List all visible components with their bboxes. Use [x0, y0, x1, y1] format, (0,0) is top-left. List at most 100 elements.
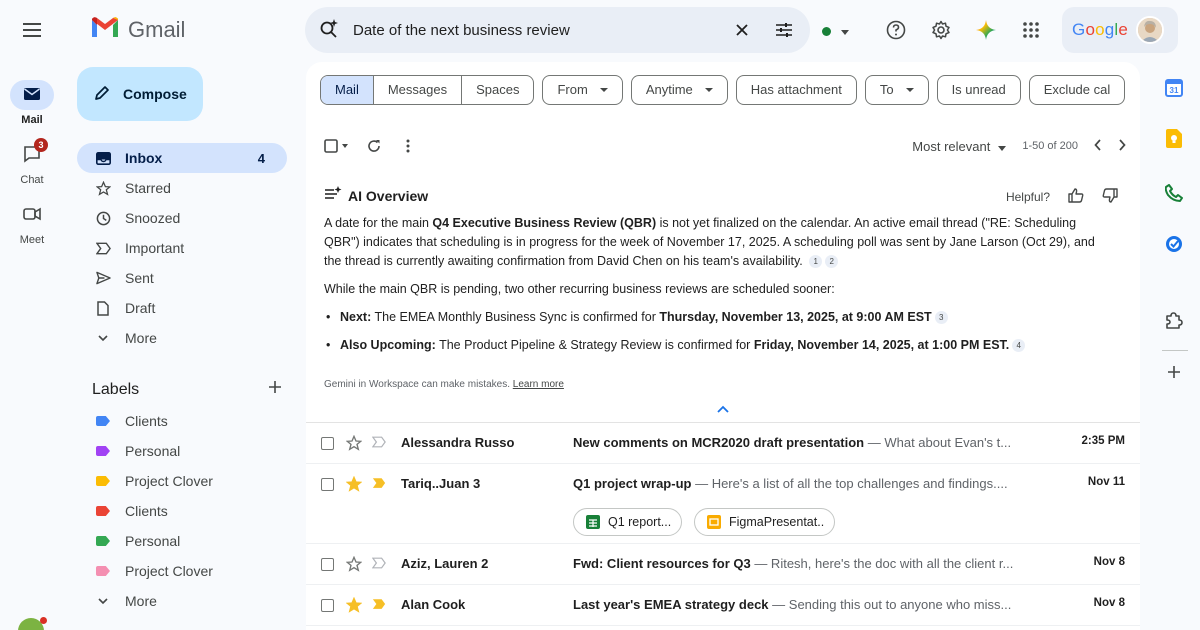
attachment-chip[interactable]: FigmaPresentat..	[694, 508, 836, 536]
active-status-dot	[822, 26, 831, 36]
main-content: Mail Messages Spaces From Anytime Has at…	[306, 62, 1140, 630]
add-app-plus-icon[interactable]	[1164, 362, 1184, 382]
refresh-icon[interactable]	[362, 134, 386, 158]
rail-mail[interactable]: Mail	[0, 80, 64, 126]
nav-inbox[interactable]: Inbox 4	[77, 143, 287, 173]
scope-segmented-control: Mail Messages Spaces	[320, 75, 535, 105]
next-page-icon[interactable]	[1118, 138, 1126, 154]
rail-meet[interactable]: Meet	[0, 200, 64, 246]
calendar-icon[interactable]: 31	[1164, 78, 1184, 98]
filter-anytime-chip[interactable]: Anytime	[630, 75, 728, 105]
thumbs-up-icon[interactable]	[1068, 188, 1084, 206]
email-row[interactable]: Aziz, Lauren 2 Fwd: Client resources for…	[306, 544, 1140, 585]
important-marker-icon[interactable]	[372, 598, 386, 612]
star-icon[interactable]	[345, 596, 363, 613]
email-date: 2:35 PM	[1081, 435, 1125, 447]
citation-chip[interactable]: 1	[809, 255, 823, 268]
important-marker-icon[interactable]	[371, 436, 386, 450]
ai-bold-text: Q4 Executive Business Review (QBR)	[432, 216, 657, 230]
search-bar[interactable]: Date of the next business review	[305, 7, 810, 53]
label-item[interactable]: Clients	[77, 406, 287, 436]
email-date: Nov 8	[1093, 597, 1125, 609]
keep-icon[interactable]	[1164, 128, 1184, 148]
search-options-icon[interactable]	[772, 18, 796, 42]
addons-puzzle-icon[interactable]	[1164, 310, 1184, 330]
attachment-name: Q1 report...	[608, 515, 672, 529]
email-row[interactable]: Alessandra Russo New comments on MCR2020…	[306, 423, 1140, 464]
citation-chip[interactable]: 3	[934, 311, 948, 324]
status-selector[interactable]	[822, 22, 849, 40]
settings-gear-icon[interactable]	[929, 18, 953, 42]
label-item[interactable]: Clients	[77, 496, 287, 526]
nav-inbox-label: Inbox	[125, 150, 163, 166]
side-panel: 31	[1150, 64, 1200, 630]
add-label-icon[interactable]	[268, 380, 282, 399]
filter-is-unread-chip[interactable]: Is unread	[936, 75, 1021, 105]
gmail-logo[interactable]: Gmail	[90, 16, 185, 44]
compose-button[interactable]: Compose	[77, 67, 203, 121]
email-subject: Last year's EMEA strategy deck	[573, 597, 769, 612]
ai-search-icon[interactable]	[319, 18, 339, 43]
filter-to-chip[interactable]: To	[864, 75, 929, 105]
clear-search-icon[interactable]	[730, 18, 754, 42]
tasks-icon[interactable]	[1164, 234, 1184, 254]
apps-grid-icon[interactable]	[1019, 18, 1043, 42]
ai-bullet-list: Next: The EMEA Monthly Business Sync is …	[324, 308, 1106, 355]
phone-icon[interactable]	[1164, 183, 1184, 203]
thumbs-down-icon[interactable]	[1102, 188, 1118, 206]
account-switcher[interactable]: Google	[1062, 7, 1178, 53]
citation-chip[interactable]: 2	[825, 255, 839, 268]
prev-page-icon[interactable]	[1094, 138, 1102, 154]
attachment-chip[interactable]: Q1 report...	[573, 508, 683, 536]
main-menu-icon[interactable]	[20, 20, 44, 40]
nav-draft[interactable]: Draft	[77, 293, 287, 323]
nav-snoozed-label: Snoozed	[125, 210, 181, 226]
more-vert-icon[interactable]	[396, 134, 420, 158]
important-marker-icon[interactable]	[371, 557, 386, 571]
filter-from-chip[interactable]: From	[542, 75, 623, 105]
filter-exclude-calendar-chip[interactable]: Exclude cal	[1028, 75, 1126, 105]
filter-has-attachment-chip[interactable]: Has attachment	[735, 75, 857, 105]
row-checkbox[interactable]	[321, 437, 334, 450]
nav-snoozed[interactable]: Snoozed	[77, 203, 287, 233]
row-checkbox[interactable]	[321, 478, 334, 491]
rail-meet-label: Meet	[19, 234, 45, 246]
gemini-sparkle-icon[interactable]	[974, 18, 998, 42]
nav-starred[interactable]: Starred	[77, 173, 287, 203]
ai-overview-header: AI Overview	[324, 186, 428, 205]
help-icon[interactable]	[884, 18, 908, 42]
scope-mail-tab[interactable]: Mail	[321, 76, 374, 104]
row-checkbox[interactable]	[321, 558, 334, 571]
ai-text: The EMEA Monthly Business Sync is confir…	[371, 310, 660, 324]
email-row[interactable]: Alan Cook Last year's EMEA strategy deck…	[306, 585, 1140, 626]
scope-spaces-tab[interactable]: Spaces	[462, 76, 533, 104]
citation-chip[interactable]: 4	[1012, 339, 1026, 352]
star-icon[interactable]	[345, 555, 363, 572]
learn-more-link[interactable]: Learn more	[513, 379, 564, 390]
scope-messages-tab[interactable]: Messages	[374, 76, 463, 104]
ai-paragraph-1: A date for the main Q4 Executive Busines…	[324, 214, 1106, 271]
label-item[interactable]: Project Clover	[77, 466, 287, 496]
sort-dropdown[interactable]: Most relevant	[912, 139, 1007, 154]
label-name: Clients	[125, 413, 168, 429]
email-date: Nov 8	[1093, 556, 1125, 568]
star-icon[interactable]	[345, 434, 363, 451]
label-item[interactable]: Project Clover	[77, 556, 287, 586]
label-name: Clients	[125, 503, 168, 519]
status-dot	[40, 617, 47, 624]
rail-chat[interactable]: 3 Chat	[0, 138, 64, 186]
email-snippet: — Ritesh, here's the doc with all the cl…	[750, 556, 1014, 571]
nav-more[interactable]: More	[77, 323, 287, 353]
label-item[interactable]: Personal	[77, 526, 287, 556]
select-all-checkbox[interactable]	[322, 134, 352, 158]
nav-important[interactable]: Important	[77, 233, 287, 263]
star-icon[interactable]	[345, 475, 363, 492]
email-row[interactable]: Tariq..Juan 3 Q1 project wrap-up — Here'…	[306, 464, 1140, 544]
important-marker-icon[interactable]	[372, 477, 386, 491]
row-checkbox[interactable]	[321, 599, 334, 612]
label-item[interactable]: Personal	[77, 436, 287, 466]
nav-sent[interactable]: Sent	[77, 263, 287, 293]
collapse-chevron-icon[interactable]	[715, 401, 731, 413]
labels-more[interactable]: More	[77, 586, 287, 616]
search-input[interactable]: Date of the next business review	[353, 22, 712, 39]
